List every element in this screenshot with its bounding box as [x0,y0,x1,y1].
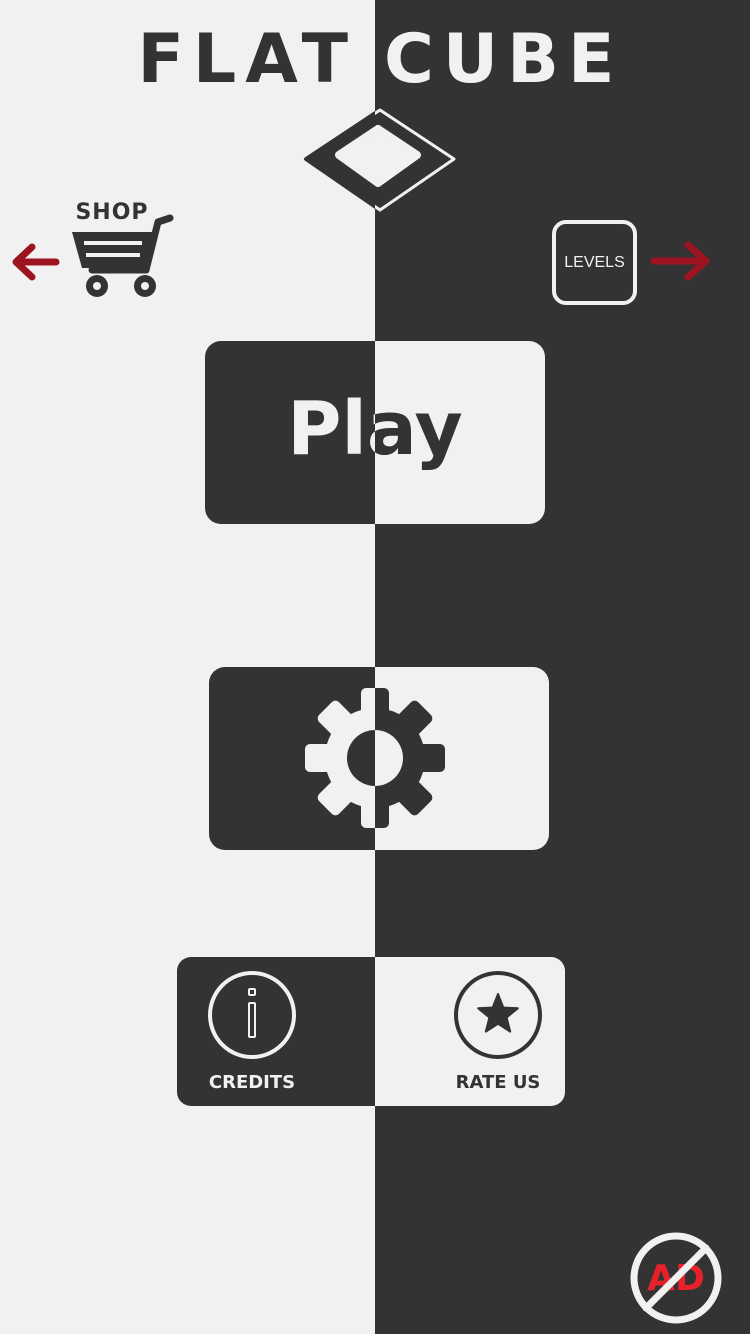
play-button[interactable]: Play Play [205,341,545,524]
play-label-dark: Play [375,386,463,472]
play-button-dark-half: Play [205,341,375,524]
arrow-right-icon[interactable] [648,238,714,284]
main-menu-screen: FLAT CUBE SHOP LEVELS Pl ay CREDITS RATE… [0,0,750,1334]
title-word-flat: FLAT [137,20,357,99]
settings-button[interactable] [209,667,549,850]
shopping-cart-icon[interactable] [66,210,178,302]
cube-logo-icon [304,108,456,212]
credits-label: CREDITS [208,1072,296,1093]
star-icon [454,971,542,1059]
gear-icon [305,688,445,828]
no-ads-button[interactable]: AD [630,1232,722,1324]
title-word-cube: CUBE [384,20,624,99]
play-button-light-half: Play [375,341,545,524]
play-label-light: Play [287,386,375,472]
levels-button[interactable]: LEVELS [552,220,637,305]
arrow-left-icon[interactable] [8,240,64,284]
levels-label: LEVELS [564,253,625,271]
no-ads-icon: AD [630,1232,722,1324]
rate-us-label: RATE US [455,1072,541,1093]
info-icon [208,971,296,1059]
